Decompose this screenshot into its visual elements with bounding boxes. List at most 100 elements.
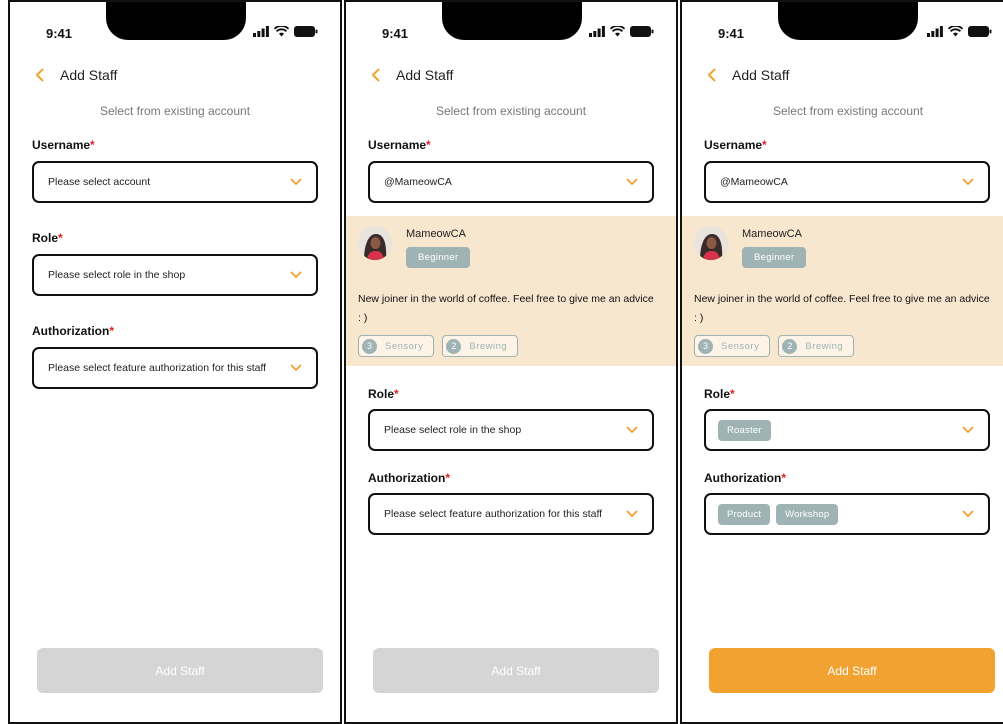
role-label: Role* (32, 231, 63, 245)
required-asterisk: * (90, 138, 95, 152)
battery-icon (294, 26, 318, 37)
wifi-icon (610, 26, 625, 37)
page-subtitle: Select from existing account (435, 104, 587, 118)
role-select-value: Please select role in the shop (48, 269, 186, 281)
username-label-text: Username (368, 138, 427, 152)
required-asterisk: * (109, 324, 114, 338)
profile-name: MameowCA (742, 228, 802, 240)
chevron-left-icon (371, 68, 379, 82)
app-header: Add Staff (368, 64, 453, 86)
add-staff-button[interactable]: Add Staff (373, 648, 659, 693)
username-select[interactable]: Please select account (32, 161, 318, 203)
status-bar: 9:41 (10, 2, 340, 50)
skill-count: 3 (362, 338, 377, 354)
chevron-down-icon (290, 178, 302, 185)
profile-bio: New joiner in the world of coffee. Feel … (358, 293, 654, 324)
required-asterisk: * (762, 138, 767, 152)
page-title: Add Staff (60, 67, 118, 83)
username-select-value: @MameowCA (720, 176, 788, 188)
role-label: Role* (704, 387, 735, 401)
role-select[interactable]: Please select role in the shop (32, 254, 318, 296)
signal-icon (589, 26, 605, 37)
chevron-left-icon (35, 68, 43, 82)
role-chip-roaster[interactable]: Roaster (718, 419, 771, 441)
authorization-select[interactable]: Please select feature authorization for … (32, 347, 318, 389)
authorization-select[interactable]: Please select feature authorization for … (368, 493, 654, 535)
skill-badge-sensory: 3 Sensory (694, 335, 771, 357)
avatar (358, 226, 392, 260)
skill-badge-brewing: 2 Brewing (442, 335, 519, 357)
notch (106, 2, 246, 40)
chevron-down-icon (290, 271, 302, 278)
role-label: Role* (368, 387, 399, 401)
status-bar: 9:41 (682, 2, 1003, 50)
phone-screen-2: 9:41 Add Staff Select from existing acco… (344, 0, 678, 724)
skill-name: Sensory (721, 340, 760, 352)
authorization-select[interactable]: Product Workshop (704, 493, 990, 535)
username-select-value: @MameowCA (384, 176, 452, 188)
authorization-chip-workshop[interactable]: Workshop (776, 503, 839, 525)
back-button[interactable] (368, 64, 382, 86)
page-title: Add Staff (396, 67, 454, 83)
profile-card: MameowCA Beginner New joiner in the worl… (346, 216, 676, 366)
username-select[interactable]: @MameowCA (368, 161, 654, 203)
back-button[interactable] (704, 64, 718, 86)
chevron-down-icon (962, 178, 974, 185)
phone-screen-3: 9:41 Add Staff Select from existing acco… (680, 0, 1003, 724)
role-label-text: Role (368, 387, 395, 401)
skill-badge-sensory: 3 Sensory (358, 335, 435, 357)
battery-icon (968, 26, 992, 37)
role-select[interactable]: Please select role in the shop (368, 409, 654, 451)
status-icons (589, 26, 654, 37)
username-label-text: Username (32, 138, 91, 152)
status-time: 9:41 (718, 26, 745, 41)
role-label-text: Role (32, 231, 59, 245)
authorization-chip-list: Product Workshop (718, 503, 962, 525)
role-select-value: Please select role in the shop (384, 424, 522, 436)
notch (442, 2, 582, 40)
username-label: Username* (32, 138, 95, 152)
signal-icon (253, 26, 269, 37)
avatar-illustration (358, 226, 392, 260)
role-select[interactable]: Roaster (704, 409, 990, 451)
wifi-icon (274, 26, 289, 37)
level-badge: Beginner (406, 247, 471, 268)
chevron-down-icon (962, 426, 974, 433)
level-badge: Beginner (742, 247, 807, 268)
skill-list: 3 Sensory 2 Brewing (358, 335, 519, 357)
signal-icon (927, 26, 943, 37)
authorization-select-value: Please select feature authorization for … (384, 508, 603, 520)
status-time: 9:41 (382, 26, 409, 41)
status-icons (927, 26, 992, 37)
role-label-text: Role (704, 387, 731, 401)
back-button[interactable] (32, 64, 46, 86)
required-asterisk: * (730, 387, 735, 401)
required-asterisk: * (426, 138, 431, 152)
authorization-select-value: Please select feature authorization for … (48, 362, 267, 374)
skill-list: 3 Sensory 2 Brewing (694, 335, 855, 357)
chevron-down-icon (626, 178, 638, 185)
profile-bio: New joiner in the world of coffee. Feel … (694, 293, 990, 324)
status-icons (253, 26, 318, 37)
required-asterisk: * (445, 471, 450, 485)
add-staff-button[interactable]: Add Staff (709, 648, 995, 693)
page-subtitle: Select from existing account (99, 104, 251, 118)
status-bar: 9:41 (346, 2, 676, 50)
app-header: Add Staff (704, 64, 789, 86)
page-subtitle: Select from existing account (772, 104, 924, 118)
authorization-label: Authorization* (32, 324, 114, 338)
username-label: Username* (704, 138, 767, 152)
wifi-icon (948, 26, 963, 37)
chevron-down-icon (626, 426, 638, 433)
required-asterisk: * (394, 387, 399, 401)
role-chip-list: Roaster (718, 419, 962, 441)
page-title: Add Staff (732, 67, 790, 83)
authorization-label-text: Authorization (32, 324, 110, 338)
profile-card: MameowCA Beginner New joiner in the worl… (682, 216, 1003, 366)
authorization-chip-product[interactable]: Product (718, 503, 771, 525)
add-staff-button[interactable]: Add Staff (37, 648, 323, 693)
chevron-left-icon (707, 68, 715, 82)
avatar (694, 226, 728, 260)
authorization-label: Authorization* (704, 471, 786, 485)
username-select[interactable]: @MameowCA (704, 161, 990, 203)
